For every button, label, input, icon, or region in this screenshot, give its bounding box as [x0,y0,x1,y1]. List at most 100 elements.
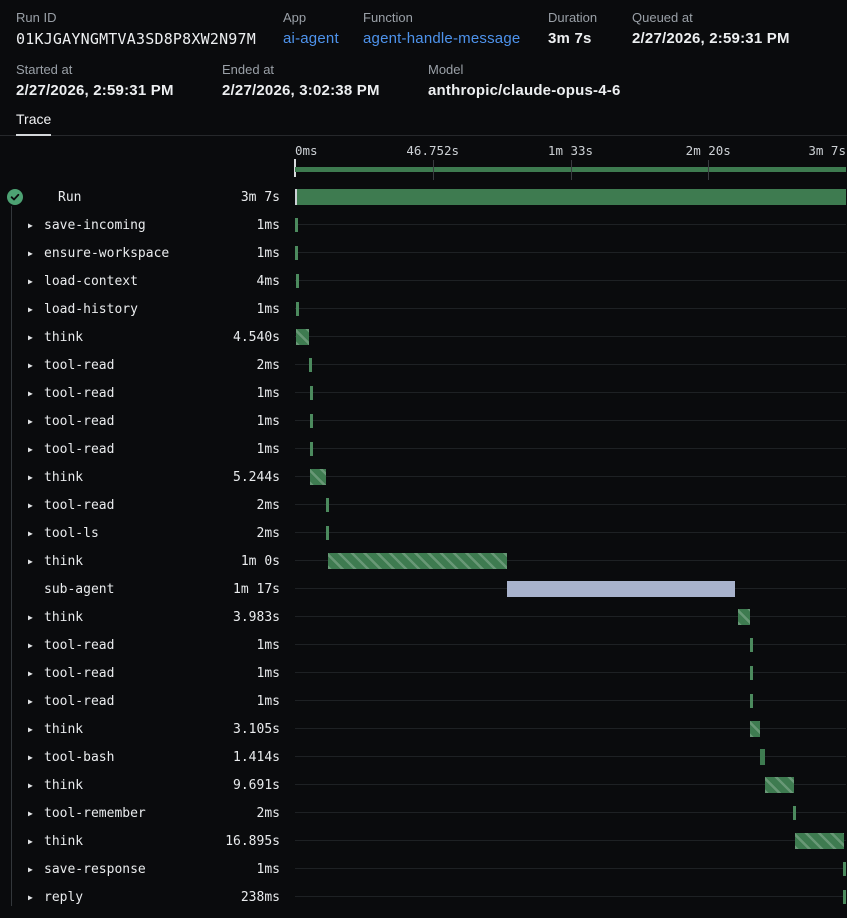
span-row-left: Run 3m 7s [0,183,295,211]
tab-trace[interactable]: Trace [16,111,51,136]
span-bar[interactable] [310,469,326,485]
expand-caret-icon[interactable]: ▶ [28,249,44,258]
expand-caret-icon[interactable]: ▶ [28,669,44,678]
expand-caret-icon[interactable]: ▶ [28,809,44,818]
expand-caret-icon[interactable]: ▶ [28,361,44,370]
expand-caret-icon[interactable]: ▶ [28,277,44,286]
span-bar[interactable] [328,553,507,569]
span-row[interactable]: ▶ sub-agent 1m 17s [0,575,847,603]
span-bar[interactable] [310,442,313,456]
track-gridline [295,784,846,785]
expand-caret-icon[interactable]: ▶ [28,529,44,538]
track-gridline [295,476,846,477]
span-bar[interactable] [310,386,313,400]
span-name: tool-read [44,386,114,401]
span-duration: 1ms [257,666,295,681]
span-row[interactable]: ▶ think 3.105s [0,715,847,743]
span-bar[interactable] [765,777,794,793]
span-duration: 3m 7s [241,190,295,205]
span-row[interactable]: Run 3m 7s [0,183,847,211]
span-row[interactable]: ▶ tool-read 1ms [0,407,847,435]
span-bar[interactable] [793,806,796,820]
header-field-label: Queued at [632,10,790,25]
span-row-left: ▶ save-incoming 1ms [0,211,295,239]
expand-caret-icon[interactable]: ▶ [28,781,44,790]
span-row[interactable]: ▶ save-incoming 1ms [0,211,847,239]
span-row-left: ▶ tool-read 1ms [0,379,295,407]
span-bar[interactable] [750,694,753,708]
span-row[interactable]: ▶ think 3.983s [0,603,847,631]
span-row[interactable]: ▶ ensure-workspace 1ms [0,239,847,267]
span-bar[interactable] [295,246,298,260]
span-bar[interactable] [309,358,312,372]
expand-caret-icon[interactable]: ▶ [28,865,44,874]
span-duration: 2ms [257,358,295,373]
tab-bar: Trace [0,107,847,136]
span-row[interactable]: ▶ think 1m 0s [0,547,847,575]
span-row[interactable]: ▶ think 9.691s [0,771,847,799]
expand-caret-icon[interactable]: ▶ [28,697,44,706]
expand-caret-icon[interactable]: ▶ [28,557,44,566]
span-row[interactable]: ▶ think 5.244s [0,463,847,491]
span-row[interactable]: ▶ tool-read 2ms [0,351,847,379]
span-bar[interactable] [310,414,313,428]
header-field-value[interactable]: ai-agent [283,30,339,47]
expand-caret-icon[interactable]: ▶ [28,445,44,454]
span-row[interactable]: ▶ tool-read 1ms [0,659,847,687]
span-bar[interactable] [295,218,298,232]
expand-caret-icon[interactable]: ▶ [28,501,44,510]
expand-caret-icon[interactable]: ▶ [28,725,44,734]
timeline-axis: 0ms46.752s1m 33s2m 20s3m 7s [0,136,847,183]
span-bar[interactable] [843,890,846,904]
span-row[interactable]: ▶ tool-read 1ms [0,631,847,659]
expand-caret-icon[interactable]: ▶ [28,333,44,342]
span-duration: 3.983s [233,610,295,625]
span-duration: 1ms [257,862,295,877]
expand-caret-icon[interactable]: ▶ [28,221,44,230]
expand-caret-icon[interactable]: ▶ [28,893,44,902]
span-bar[interactable] [760,749,765,765]
span-row[interactable]: ▶ think 16.895s [0,827,847,855]
axis-tick-label: 3m 7s [808,143,846,158]
expand-caret-icon[interactable]: ▶ [28,613,44,622]
span-name: tool-read [44,358,114,373]
expand-caret-icon[interactable]: ▶ [28,753,44,762]
expand-caret-icon[interactable]: ▶ [28,389,44,398]
span-bar[interactable] [326,498,329,512]
span-bar[interactable] [296,302,299,316]
span-row[interactable]: ▶ load-history 1ms [0,295,847,323]
span-row[interactable]: ▶ reply 238ms [0,883,847,911]
span-bar[interactable] [750,721,760,737]
header-field-value[interactable]: agent-handle-message [363,30,520,47]
expand-caret-icon[interactable]: ▶ [28,641,44,650]
span-name: tool-ls [44,526,99,541]
expand-caret-icon[interactable]: ▶ [28,305,44,314]
span-row[interactable]: ▶ tool-read 2ms [0,491,847,519]
span-row[interactable]: ▶ tool-read 1ms [0,379,847,407]
span-track [295,631,847,659]
track-gridline [295,308,846,309]
expand-caret-icon[interactable]: ▶ [28,837,44,846]
span-bar[interactable] [843,862,846,876]
span-name: tool-bash [44,750,114,765]
span-row[interactable]: ▶ think 4.540s [0,323,847,351]
span-bar[interactable] [326,526,329,540]
span-bar[interactable] [296,329,309,345]
span-row[interactable]: ▶ tool-read 1ms [0,435,847,463]
span-bar[interactable] [507,581,735,597]
span-row[interactable]: ▶ tool-read 1ms [0,687,847,715]
span-bar[interactable] [296,274,299,288]
span-row[interactable]: ▶ tool-bash 1.414s [0,743,847,771]
span-bar[interactable] [738,609,750,625]
span-row[interactable]: ▶ tool-ls 2ms [0,519,847,547]
span-bar[interactable] [295,189,846,205]
span-row[interactable]: ▶ save-response 1ms [0,855,847,883]
expand-caret-icon[interactable]: ▶ [28,473,44,482]
span-row[interactable]: ▶ load-context 4ms [0,267,847,295]
span-row[interactable]: ▶ tool-remember 2ms [0,799,847,827]
span-row-left: ▶ load-history 1ms [0,295,295,323]
span-bar[interactable] [750,666,753,680]
expand-caret-icon[interactable]: ▶ [28,417,44,426]
span-bar[interactable] [750,638,753,652]
span-bar[interactable] [795,833,844,849]
